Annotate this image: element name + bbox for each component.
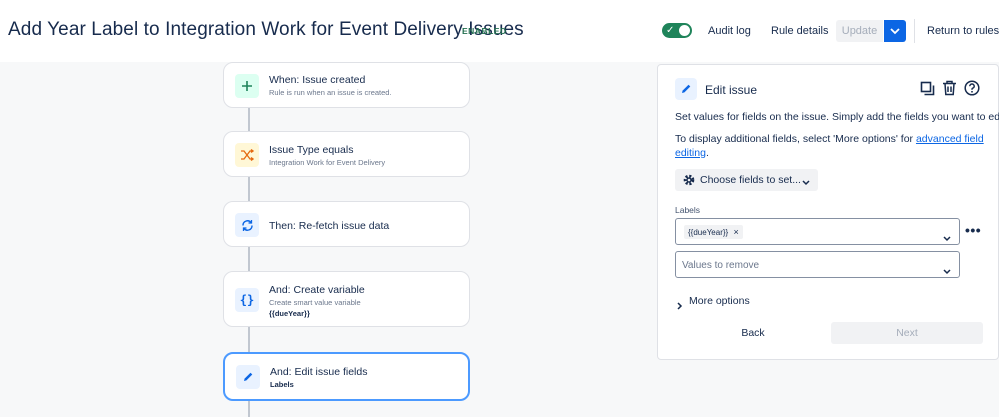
rule-enabled-toggle[interactable]: ✓ (662, 23, 692, 38)
panel-title: Edit issue (705, 83, 758, 97)
header-divider (914, 19, 915, 43)
advanced-field-editing-link-2[interactable]: editing (675, 147, 706, 159)
label-tag[interactable]: {{dueYear}} × (684, 225, 743, 239)
values-to-remove-select[interactable]: Values to remove (675, 251, 960, 278)
node-detail: {{dueYear}} (269, 309, 310, 318)
node-subtitle: Rule is run when an issue is created. (269, 88, 392, 97)
panel-additional-info-line2: editing. (675, 147, 709, 159)
labels-select[interactable]: {{dueYear}} × (675, 218, 960, 245)
flow-node-trigger[interactable]: When: Issue created Rule is run when an … (223, 62, 470, 108)
values-to-remove-placeholder: Values to remove (682, 260, 760, 271)
flow-node-edit-issue-fields[interactable]: And: Edit issue fields Labels (223, 352, 470, 401)
panel-additional-info: To display additional fields, select 'Mo… (675, 133, 984, 145)
shuffle-icon (235, 143, 259, 167)
update-dropdown-button[interactable] (884, 20, 906, 42)
next-button[interactable]: Next (831, 322, 983, 344)
more-options-label: More options (689, 295, 750, 307)
more-actions-icon[interactable]: ••• (965, 222, 981, 238)
chevron-down-icon (890, 28, 900, 35)
toggle-knob (679, 25, 690, 36)
chevron-down-icon (943, 229, 951, 247)
page-header: Add Year Label to Integration Work for E… (0, 0, 999, 62)
choose-fields-label: Choose fields to set... (700, 174, 801, 186)
braces-icon: {} (235, 288, 259, 312)
refresh-icon (235, 213, 259, 237)
node-detail: Labels (270, 380, 294, 389)
flow-node-condition[interactable]: Issue Type equals Integration Work for E… (223, 131, 470, 177)
labels-field-label: Labels (675, 205, 701, 215)
chevron-down-icon (943, 262, 951, 280)
node-subtitle: Create smart value variable (269, 298, 361, 307)
node-title: And: Edit issue fields (270, 366, 368, 378)
node-subtitle: Integration Work for Event Delivery (269, 158, 386, 167)
gear-icon (682, 173, 696, 190)
advanced-field-editing-link[interactable]: advanced field (916, 133, 984, 145)
additional-info-text: To display additional fields, select 'Mo… (675, 133, 916, 145)
audit-log-button[interactable]: Audit log (708, 25, 751, 37)
close-icon[interactable]: × (733, 227, 738, 237)
copy-icon[interactable] (920, 81, 935, 101)
status-badge: ENABLED (462, 26, 507, 36)
help-icon[interactable] (964, 80, 980, 101)
node-title: Issue Type equals (269, 144, 354, 156)
plus-icon (235, 74, 259, 98)
chevron-down-icon (802, 177, 810, 189)
return-to-rules-button[interactable]: Return to rules (927, 25, 999, 37)
pencil-icon (675, 78, 697, 100)
choose-fields-button[interactable]: Choose fields to set... (675, 169, 818, 191)
update-button[interactable]: Update (836, 20, 883, 42)
flow-node-refetch[interactable]: Then: Re-fetch issue data (223, 201, 470, 247)
node-title: Then: Re-fetch issue data (269, 220, 390, 232)
label-tag-text: {{dueYear}} (688, 228, 729, 237)
node-title: When: Issue created (269, 74, 366, 86)
check-icon: ✓ (666, 25, 675, 36)
back-button[interactable]: Back (727, 322, 779, 344)
flow-node-create-variable[interactable]: {} And: Create variable Create smart val… (223, 271, 470, 327)
edit-issue-panel: Edit issue Set values for fields on the … (657, 64, 999, 360)
trash-icon[interactable] (942, 80, 957, 101)
chevron-right-icon (677, 297, 683, 315)
panel-description: Set values for fields on the issue. Simp… (675, 111, 999, 123)
pencil-icon (236, 365, 260, 389)
additional-info-suffix: . (705, 147, 709, 159)
node-title: And: Create variable (269, 284, 365, 296)
rule-title: Add Year Label to Integration Work for E… (8, 19, 524, 40)
rule-details-button[interactable]: Rule details (771, 25, 828, 37)
